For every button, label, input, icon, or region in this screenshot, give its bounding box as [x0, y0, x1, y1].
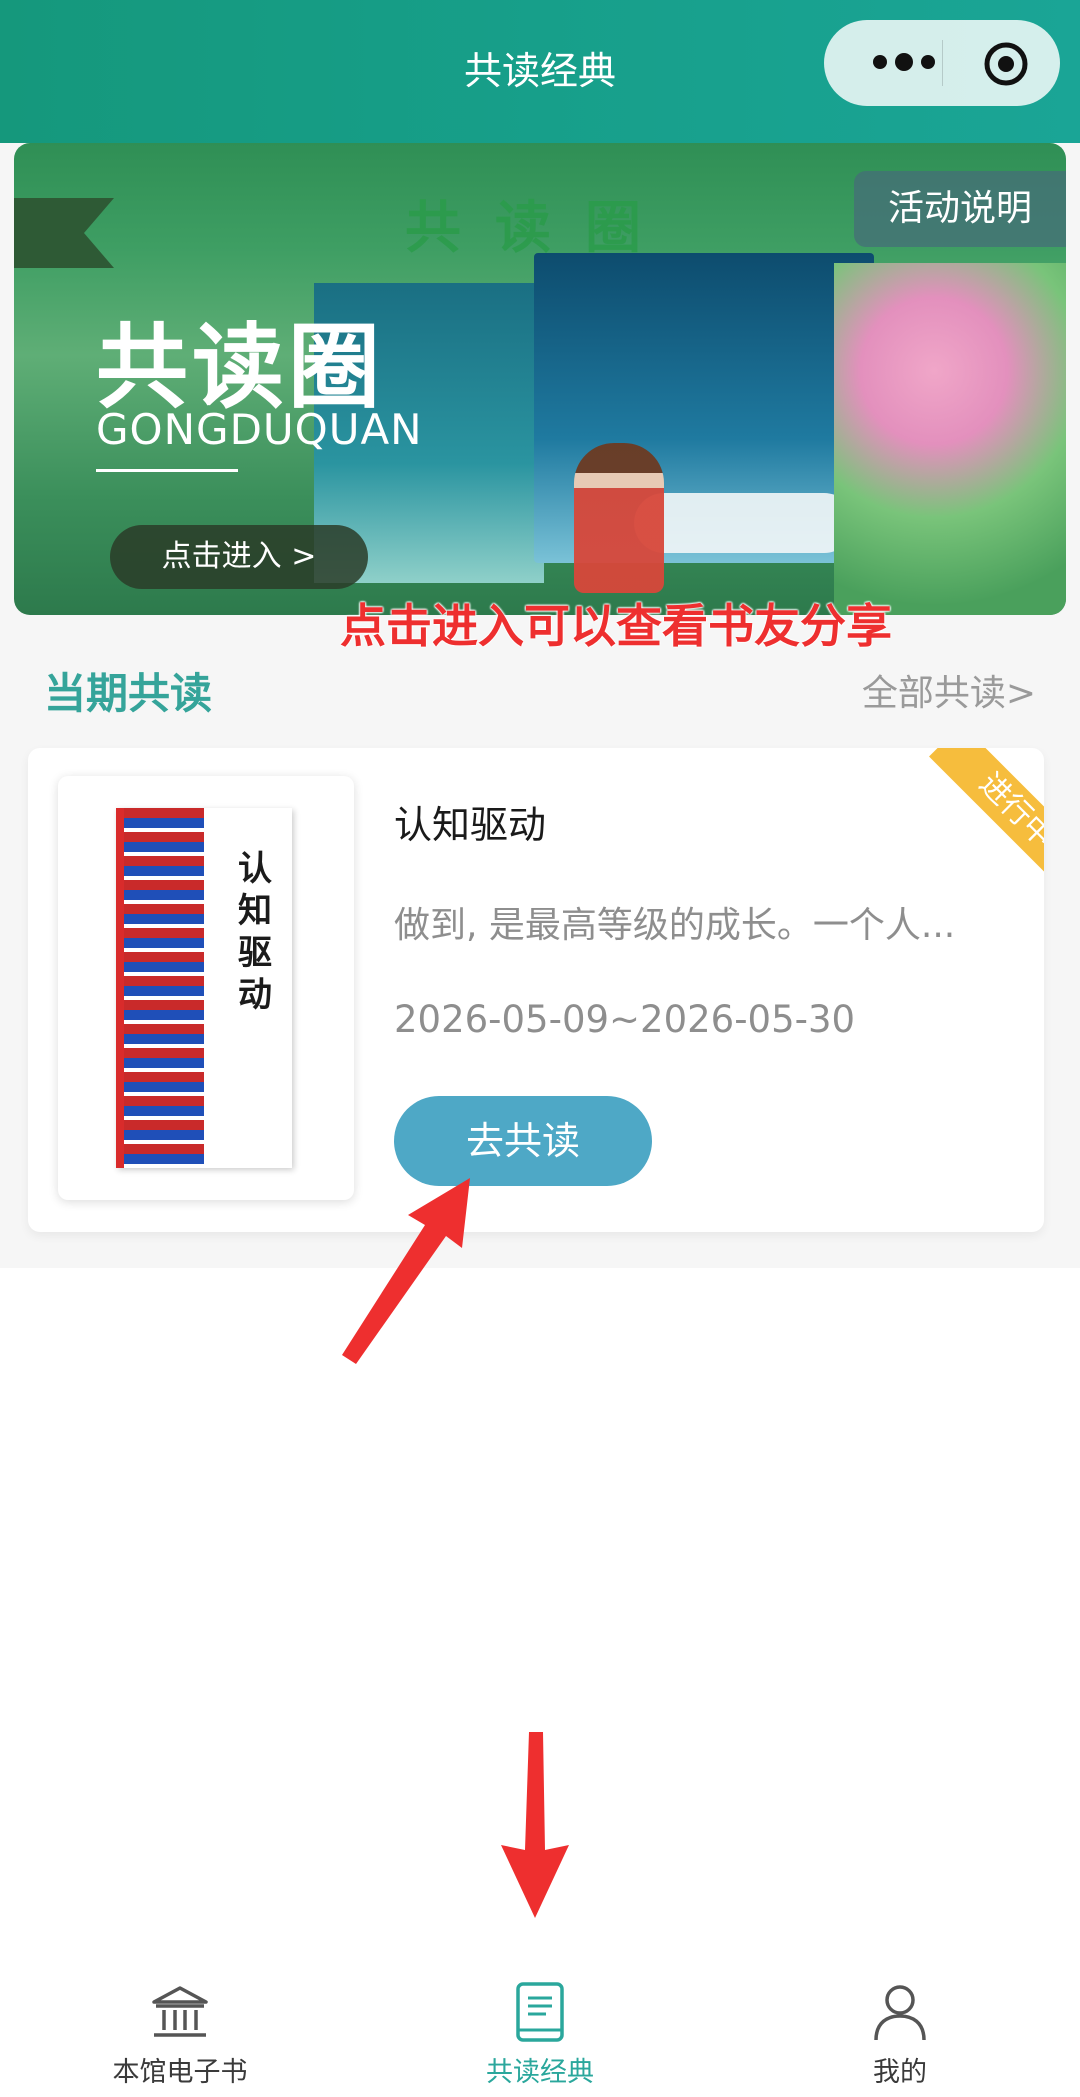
cover-title: 认知驱动	[238, 849, 272, 1015]
capsule-divider	[942, 40, 943, 86]
all-reading-link[interactable]: 全部共读>	[862, 664, 1036, 716]
book-title: 认知驱动	[394, 803, 547, 847]
target-circle-icon[interactable]	[982, 40, 1030, 88]
annotation-enter-hint: 点击进入可以查看书友分享	[340, 599, 892, 653]
tab-label-shared-reading: 共读经典	[486, 2057, 594, 2088]
user-icon	[874, 1985, 926, 2041]
enter-button[interactable]: 点击进入 >	[110, 525, 368, 589]
mini-program-capsule	[824, 20, 1060, 106]
tab-shared-reading[interactable]: 共读经典	[430, 1980, 650, 2089]
section-title: 当期共读	[44, 669, 213, 718]
cover-stripes	[124, 808, 204, 1168]
book-cover: 认知驱动	[116, 808, 292, 1168]
activity-info-button[interactable]: 活动说明	[854, 171, 1066, 247]
library-building-icon	[152, 1986, 208, 2037]
banner-clouds	[634, 493, 854, 553]
book-date-range: 2026-05-09~2026-05-30	[394, 998, 856, 1041]
tab-label-mine: 我的	[873, 2057, 927, 2088]
annotation-arrow-to-tab	[501, 1732, 569, 1918]
status-badge: 进行中	[929, 748, 1044, 898]
more-dots-icon[interactable]	[858, 42, 958, 82]
book-icon	[516, 1982, 564, 2042]
banner-blossom-trees	[834, 263, 1066, 615]
nav-header: 共读经典	[0, 0, 1080, 143]
book-card[interactable]: 认知驱动 认知驱动 做到, 是最高等级的成长。一个人... 2026-05-09…	[28, 748, 1044, 1232]
tab-label-library: 本馆电子书	[112, 2057, 248, 2088]
tab-library-ebooks[interactable]: 本馆电子书	[70, 1980, 290, 2089]
tab-mine[interactable]: 我的	[790, 1980, 1010, 2089]
banner-girl-figure	[574, 443, 664, 593]
book-description: 做到, 是最高等级的成长。一个人...	[394, 905, 956, 946]
banner-underline	[96, 469, 238, 472]
gongduquan-banner[interactable]: 共读圈 活动说明 共读圈 GONGDUQUAN 点击进入 >	[14, 143, 1066, 615]
annotation-arrow-to-button	[342, 1178, 470, 1364]
bottom-tab-bar: 本馆电子书 共读经典 我的	[0, 1960, 1080, 2097]
banner-subtitle: GONGDUQUAN	[96, 405, 423, 454]
